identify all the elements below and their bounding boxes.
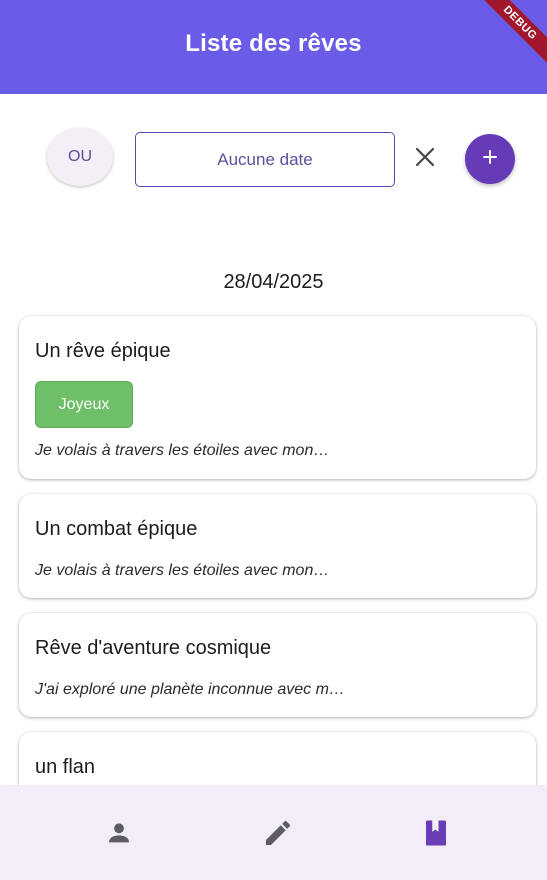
- filter-bar: OU Aucune date: [0, 94, 547, 244]
- nav-item-write[interactable]: [187, 785, 369, 880]
- mood-tag: Joyeux: [35, 381, 133, 428]
- date-group-header: 28/04/2025: [223, 271, 324, 293]
- dream-title: un flan: [35, 756, 96, 778]
- nav-item-journal[interactable]: [345, 785, 527, 880]
- nav-item-profile[interactable]: [28, 785, 210, 880]
- dream-card[interactable]: Un combat épique Je volais à travers les…: [19, 494, 536, 598]
- app-bar: Liste des rêves DEBUG: [0, 0, 547, 94]
- dream-title: Un combat épique: [35, 518, 198, 540]
- dream-card[interactable]: Rêve d'aventure cosmique J'ai exploré un…: [19, 613, 536, 717]
- dream-card[interactable]: un flan: [19, 732, 536, 785]
- page-title: Liste des rêves: [185, 30, 362, 57]
- dream-excerpt: Je volais à travers les étoiles avec mon…: [35, 442, 330, 459]
- dream-excerpt: J'ai exploré une planète inconnue avec m…: [35, 681, 345, 698]
- filter-operator-button[interactable]: OU: [47, 128, 113, 186]
- book-icon: [421, 818, 451, 848]
- person-icon: [105, 819, 133, 847]
- edit-pencil-icon: [262, 817, 294, 849]
- dream-excerpt: Je volais à travers les étoiles avec mon…: [35, 562, 330, 579]
- clear-date-button[interactable]: [410, 144, 440, 174]
- bottom-navigation: [0, 785, 547, 880]
- add-dream-button[interactable]: [465, 134, 515, 184]
- close-icon: [415, 147, 435, 172]
- dream-card[interactable]: Un rêve épique Joyeux Je volais à traver…: [19, 316, 536, 479]
- plus-icon: [483, 149, 497, 169]
- dream-title: Un rêve épique: [35, 340, 171, 362]
- dream-title: Rêve d'aventure cosmique: [35, 637, 272, 659]
- date-filter-field[interactable]: Aucune date: [135, 132, 395, 187]
